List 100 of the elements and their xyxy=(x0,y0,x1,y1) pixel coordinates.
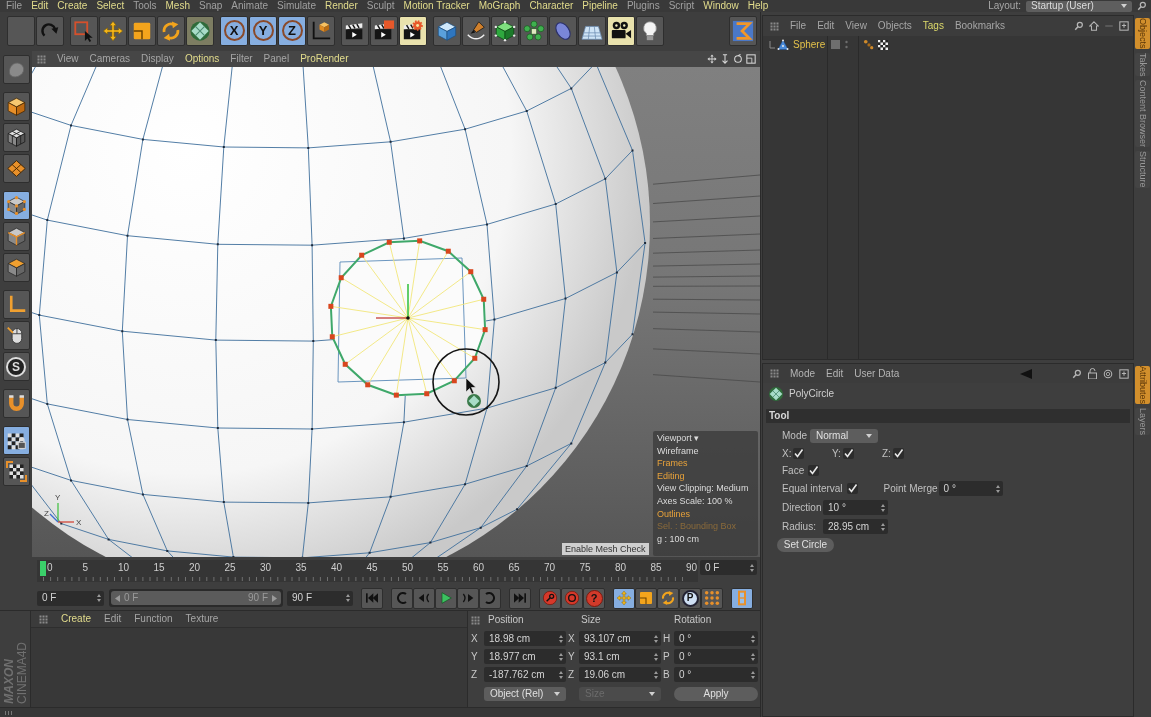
layout-switch-button[interactable] xyxy=(729,15,757,46)
attributes-menu-item[interactable]: Edit xyxy=(826,368,844,379)
material-menu-item[interactable]: Texture xyxy=(185,614,219,624)
material-menu-item[interactable]: Function xyxy=(134,614,173,624)
axis-lock-button[interactable]: Y xyxy=(249,15,277,46)
rotation-field[interactable]: 0 ° xyxy=(674,631,758,646)
hud-text[interactable]: Editing xyxy=(657,471,758,481)
light-button[interactable] xyxy=(636,15,664,46)
playhead-marker[interactable] xyxy=(40,561,46,576)
floor-button[interactable] xyxy=(578,15,606,46)
side-tab[interactable]: Layers xyxy=(1135,408,1150,436)
menu-item[interactable]: Plugins xyxy=(626,1,660,11)
camera-button[interactable] xyxy=(607,15,635,46)
next-frame-button[interactable] xyxy=(457,587,479,609)
model-mode-button[interactable] xyxy=(2,92,30,121)
menu-item[interactable]: Mesh xyxy=(165,1,190,11)
menu-item[interactable]: Tools xyxy=(133,1,157,11)
position-field[interactable]: 18.977 cm xyxy=(484,649,566,664)
checkbox[interactable] xyxy=(808,465,820,476)
object-menu-item[interactable]: View xyxy=(845,21,867,31)
hud-text[interactable]: g : 100 cm xyxy=(657,534,758,544)
deformer-button[interactable] xyxy=(549,15,577,46)
snap-button[interactable]: S xyxy=(2,352,30,381)
position-field[interactable]: -187.762 cm xyxy=(484,667,566,682)
direction-field[interactable]: 10 ° xyxy=(823,500,888,515)
attributes-menu-item[interactable]: Mode xyxy=(790,368,815,379)
live-selection-button[interactable] xyxy=(70,15,98,46)
scale-tool-button[interactable] xyxy=(128,15,156,46)
radius-field[interactable]: 28.95 cm xyxy=(823,519,888,534)
size-field[interactable]: 93.1 cm xyxy=(579,649,661,664)
object-menu-item[interactable]: File xyxy=(790,21,807,31)
size-field[interactable]: 93.107 cm xyxy=(579,631,661,646)
position-key-button[interactable] xyxy=(613,587,635,609)
menu-item[interactable]: Create xyxy=(57,1,88,11)
menu-item[interactable]: Render xyxy=(324,1,358,11)
side-tab[interactable]: Objects xyxy=(1135,18,1150,49)
polygons-mode-button[interactable] xyxy=(2,253,30,282)
render-settings-button[interactable] xyxy=(399,15,427,46)
go-to-start-button[interactable] xyxy=(361,587,383,609)
coordinate-system-button[interactable] xyxy=(307,15,335,46)
sphere-mesh-drawing[interactable] xyxy=(32,67,650,557)
checkbox[interactable] xyxy=(892,448,904,459)
rotate-tool-button[interactable] xyxy=(157,15,185,46)
axis-lock-button[interactable]: X xyxy=(220,15,248,46)
axis-mode-button[interactable] xyxy=(2,290,30,319)
end-frame-field[interactable]: 90 F xyxy=(287,590,353,606)
subdivision-button[interactable] xyxy=(491,15,519,46)
previous-frame-button[interactable] xyxy=(413,587,435,609)
redo-button[interactable] xyxy=(36,15,64,46)
side-tab[interactable]: Attributes xyxy=(1135,366,1150,405)
start-frame-field[interactable]: 0 F xyxy=(37,590,104,606)
set-circle-button[interactable]: Set Circle xyxy=(777,538,834,552)
menu-item[interactable]: Sculpt xyxy=(366,1,395,11)
object-menu-item[interactable]: Tags xyxy=(922,21,944,31)
mode-dropdown[interactable]: Normal xyxy=(810,429,878,443)
sculpt-button[interactable] xyxy=(2,55,30,84)
cube-object-button[interactable] xyxy=(433,15,461,46)
go-to-end-button[interactable] xyxy=(509,587,531,609)
menu-item[interactable]: Simulate xyxy=(277,1,316,11)
object-menu-item[interactable]: Bookmarks xyxy=(954,21,1005,31)
viewport-menu-item[interactable]: Panel xyxy=(263,54,290,64)
attributes-menu-item[interactable]: User Data xyxy=(854,368,900,379)
object-menu-item[interactable]: Objects xyxy=(877,21,912,31)
edges-mode-button[interactable] xyxy=(2,222,30,251)
render-view-button[interactable] xyxy=(341,15,369,46)
point-level-key-button[interactable] xyxy=(701,587,723,609)
timeline-button[interactable] xyxy=(731,587,753,609)
hud-text[interactable]: Wireframe xyxy=(657,446,758,456)
magnet-button[interactable] xyxy=(2,389,30,418)
hud-text[interactable]: Outlines xyxy=(657,509,758,519)
viewport-menu-item[interactable]: Filter xyxy=(230,54,253,64)
menu-item[interactable]: Edit xyxy=(31,1,49,11)
viewport-menu-item[interactable]: View xyxy=(57,54,79,64)
cloner-button[interactable] xyxy=(520,15,548,46)
polycircle-drawing[interactable] xyxy=(328,238,488,398)
layout-dropdown[interactable]: Startup (User) xyxy=(1026,0,1132,12)
position-field[interactable]: 18.98 cm xyxy=(484,631,566,646)
viewport-menu-item[interactable]: Display xyxy=(141,54,174,64)
points-mode-button[interactable] xyxy=(2,191,30,220)
hud-text[interactable]: View Clipping: Medium xyxy=(657,484,758,494)
object-name[interactable]: Sphere xyxy=(793,39,826,50)
menu-item[interactable]: Select xyxy=(96,1,125,11)
tweak-mode-button[interactable] xyxy=(2,321,30,350)
menu-item[interactable]: Motion Tracker xyxy=(403,1,470,11)
current-frame-field[interactable]: 0 F xyxy=(700,560,757,575)
axis-lock-button[interactable]: Z xyxy=(278,15,306,46)
texture-mode-button[interactable] xyxy=(2,123,30,152)
rotation-key-button[interactable] xyxy=(657,587,679,609)
parameter-key-button[interactable]: P xyxy=(679,587,701,609)
menu-item[interactable]: Character xyxy=(529,1,574,11)
material-menu-item[interactable]: Edit xyxy=(104,614,122,624)
point-merge-field[interactable]: 0 ° xyxy=(938,481,1003,496)
checkbox[interactable] xyxy=(846,483,858,494)
apply-button[interactable]: Apply xyxy=(674,687,758,701)
rotation-field[interactable]: 0 ° xyxy=(674,667,758,682)
menu-item[interactable]: Pipeline xyxy=(582,1,618,11)
polycircle-tool-button[interactable] xyxy=(186,15,214,46)
scale-key-button[interactable] xyxy=(635,587,657,609)
lock-workplane-button[interactable] xyxy=(2,426,30,455)
menu-item[interactable]: File xyxy=(6,1,23,11)
